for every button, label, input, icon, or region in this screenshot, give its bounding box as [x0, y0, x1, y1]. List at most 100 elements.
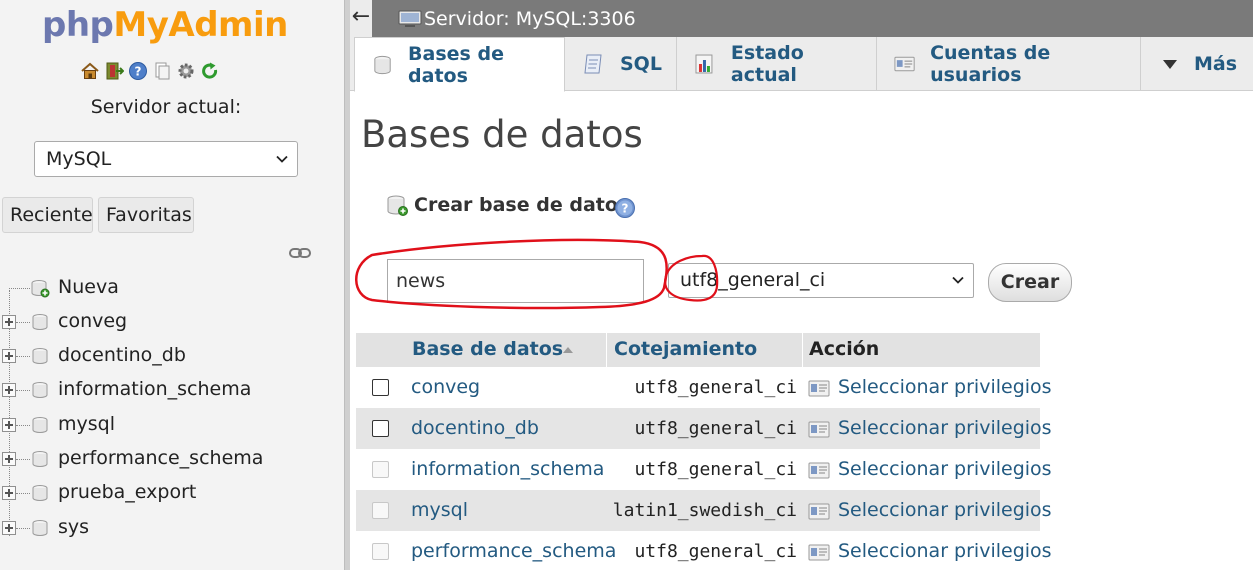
- database-link[interactable]: conveg: [411, 376, 480, 398]
- tab-label: Más: [1194, 53, 1238, 75]
- help-icon[interactable]: ?: [614, 197, 636, 219]
- check-privileges-link[interactable]: Seleccionar privilegios: [838, 499, 1052, 521]
- tree-branch-line: [16, 528, 30, 529]
- table-row: information_schema utf8_general_ci Selec…: [356, 449, 1052, 490]
- tree-item-database[interactable]: prueba_export: [0, 476, 200, 510]
- expand-plus-icon[interactable]: [2, 349, 16, 363]
- server-icon: [398, 10, 422, 27]
- create-database-label: Crear base de datos: [414, 194, 630, 216]
- collapse-panel-arrow-icon[interactable]: ←: [350, 0, 372, 37]
- database-link[interactable]: docentino_db: [411, 417, 539, 439]
- phpmyadmin-window: phpMyAdmin ? Servidor actual: MySQL Reci…: [0, 0, 1253, 570]
- triangle-down-icon: [1163, 60, 1177, 69]
- expand-plus-icon[interactable]: [2, 383, 16, 397]
- column-header-action: Acción: [809, 338, 880, 360]
- chevron-down-icon: [276, 155, 288, 163]
- database-link[interactable]: information_schema: [411, 458, 604, 480]
- settings-icon[interactable]: [176, 60, 196, 82]
- row-checkbox[interactable]: [372, 379, 389, 396]
- tab-databases[interactable]: Bases de datos: [354, 37, 565, 92]
- collation-select-value: utf8_general_ci: [680, 269, 826, 291]
- database-link[interactable]: mysql: [411, 499, 468, 521]
- favorites-button[interactable]: Favoritas: [98, 197, 194, 233]
- svg-text:?: ?: [135, 65, 142, 79]
- logo-php-text: php: [42, 5, 114, 45]
- privileges-icon[interactable]: [808, 462, 830, 479]
- exit-icon[interactable]: [104, 60, 124, 82]
- docs-icon[interactable]: [152, 60, 172, 82]
- tab-label: Estado actual: [730, 42, 804, 86]
- database-icon: [32, 520, 48, 536]
- column-header-database[interactable]: Base de datos: [412, 338, 563, 360]
- tab-label: Cuentas de usuarios: [930, 42, 1051, 86]
- new-database-icon: [387, 195, 408, 216]
- privileges-icon[interactable]: [808, 380, 830, 397]
- tree-branch-line: [16, 356, 30, 357]
- navigation-panel: phpMyAdmin ? Servidor actual: MySQL Reci…: [0, 0, 344, 570]
- tree-item-database[interactable]: information_schema: [0, 373, 251, 407]
- row-checkbox-disabled: [372, 461, 389, 478]
- database-icon: [32, 451, 48, 467]
- tab-more[interactable]: Más: [1141, 37, 1253, 91]
- tab-user-accounts[interactable]: Cuentas de usuarios: [877, 37, 1141, 91]
- table-row: mysql latin1_swedish_ci Seleccionar priv…: [356, 490, 1052, 531]
- tree-item-label: docentino_db: [58, 344, 186, 366]
- tree-item-new[interactable]: Nueva: [0, 271, 200, 305]
- logo-myadmin-text: MyAdmin: [113, 5, 288, 45]
- create-database-heading[interactable]: Crear base de datos: [386, 193, 629, 217]
- database-icon: [374, 55, 391, 74]
- database-name-input[interactable]: news: [387, 259, 644, 303]
- expand-plus-icon[interactable]: [2, 521, 16, 535]
- svg-text:?: ?: [622, 202, 629, 216]
- status-icon: [695, 54, 713, 74]
- recent-button[interactable]: Reciente: [2, 197, 93, 233]
- expand-plus-icon[interactable]: [2, 452, 16, 466]
- expand-plus-icon[interactable]: [2, 315, 16, 329]
- current-server-label: Servidor actual:: [90, 96, 242, 118]
- link-with-main-panel-icon[interactable]: [289, 246, 311, 260]
- row-checkbox[interactable]: [372, 420, 389, 437]
- check-privileges-link[interactable]: Seleccionar privilegios: [838, 458, 1052, 480]
- help-icon[interactable]: ?: [128, 60, 148, 82]
- tree-item-database[interactable]: performance_schema: [0, 442, 264, 476]
- tab-label: Bases de datos: [408, 42, 504, 87]
- tree-branch-line: [16, 493, 30, 494]
- expand-plus-icon[interactable]: [2, 418, 16, 432]
- column-header-collation[interactable]: Cotejamiento: [614, 338, 757, 360]
- collation-select[interactable]: utf8_general_ci: [668, 263, 974, 298]
- check-privileges-link[interactable]: Seleccionar privilegios: [838, 540, 1052, 562]
- collation-value: utf8_general_ci: [634, 377, 797, 398]
- table-header: Base de datos Cotejamiento Acción: [356, 332, 1040, 368]
- column-divider: [606, 333, 607, 368]
- create-button[interactable]: Crear: [988, 263, 1072, 302]
- home-icon[interactable]: [80, 60, 100, 82]
- server-breadcrumb-bar: ← Servidor: MySQL:3306: [350, 0, 1253, 37]
- tree-item-database[interactable]: docentino_db: [0, 339, 200, 373]
- server-breadcrumb[interactable]: Servidor: MySQL:3306: [424, 8, 636, 30]
- tree-item-database[interactable]: conveg: [0, 305, 200, 339]
- check-privileges-link[interactable]: Seleccionar privilegios: [838, 417, 1052, 439]
- reload-icon[interactable]: [200, 60, 220, 82]
- navigation-quick-icons: ?: [80, 60, 220, 82]
- tab-sql[interactable]: SQL: [566, 37, 677, 91]
- tab-status[interactable]: Estado actual: [677, 37, 877, 91]
- tree-item-database[interactable]: mysql: [0, 408, 200, 442]
- tree-branch-line: [16, 322, 30, 323]
- table-row: performance_schema utf8_general_ci Selec…: [356, 531, 1052, 570]
- privileges-icon[interactable]: [808, 544, 830, 561]
- privileges-icon[interactable]: [808, 503, 830, 520]
- tree-item-label: prueba_export: [58, 481, 197, 503]
- sql-icon: [584, 54, 602, 74]
- tree-branch-line: [16, 425, 30, 426]
- tree-item-label: performance_schema: [58, 447, 264, 469]
- tab-label: SQL: [620, 53, 662, 75]
- tree-item-database[interactable]: sys: [0, 511, 200, 545]
- privileges-icon[interactable]: [808, 421, 830, 438]
- row-checkbox-disabled: [372, 502, 389, 519]
- check-privileges-link[interactable]: Seleccionar privilegios: [838, 376, 1052, 398]
- expand-plus-icon[interactable]: [2, 486, 16, 500]
- database-icon: [32, 382, 48, 398]
- server-select[interactable]: MySQL: [34, 141, 298, 177]
- phpmyadmin-logo[interactable]: phpMyAdmin: [42, 3, 288, 47]
- database-link[interactable]: performance_schema: [411, 540, 616, 562]
